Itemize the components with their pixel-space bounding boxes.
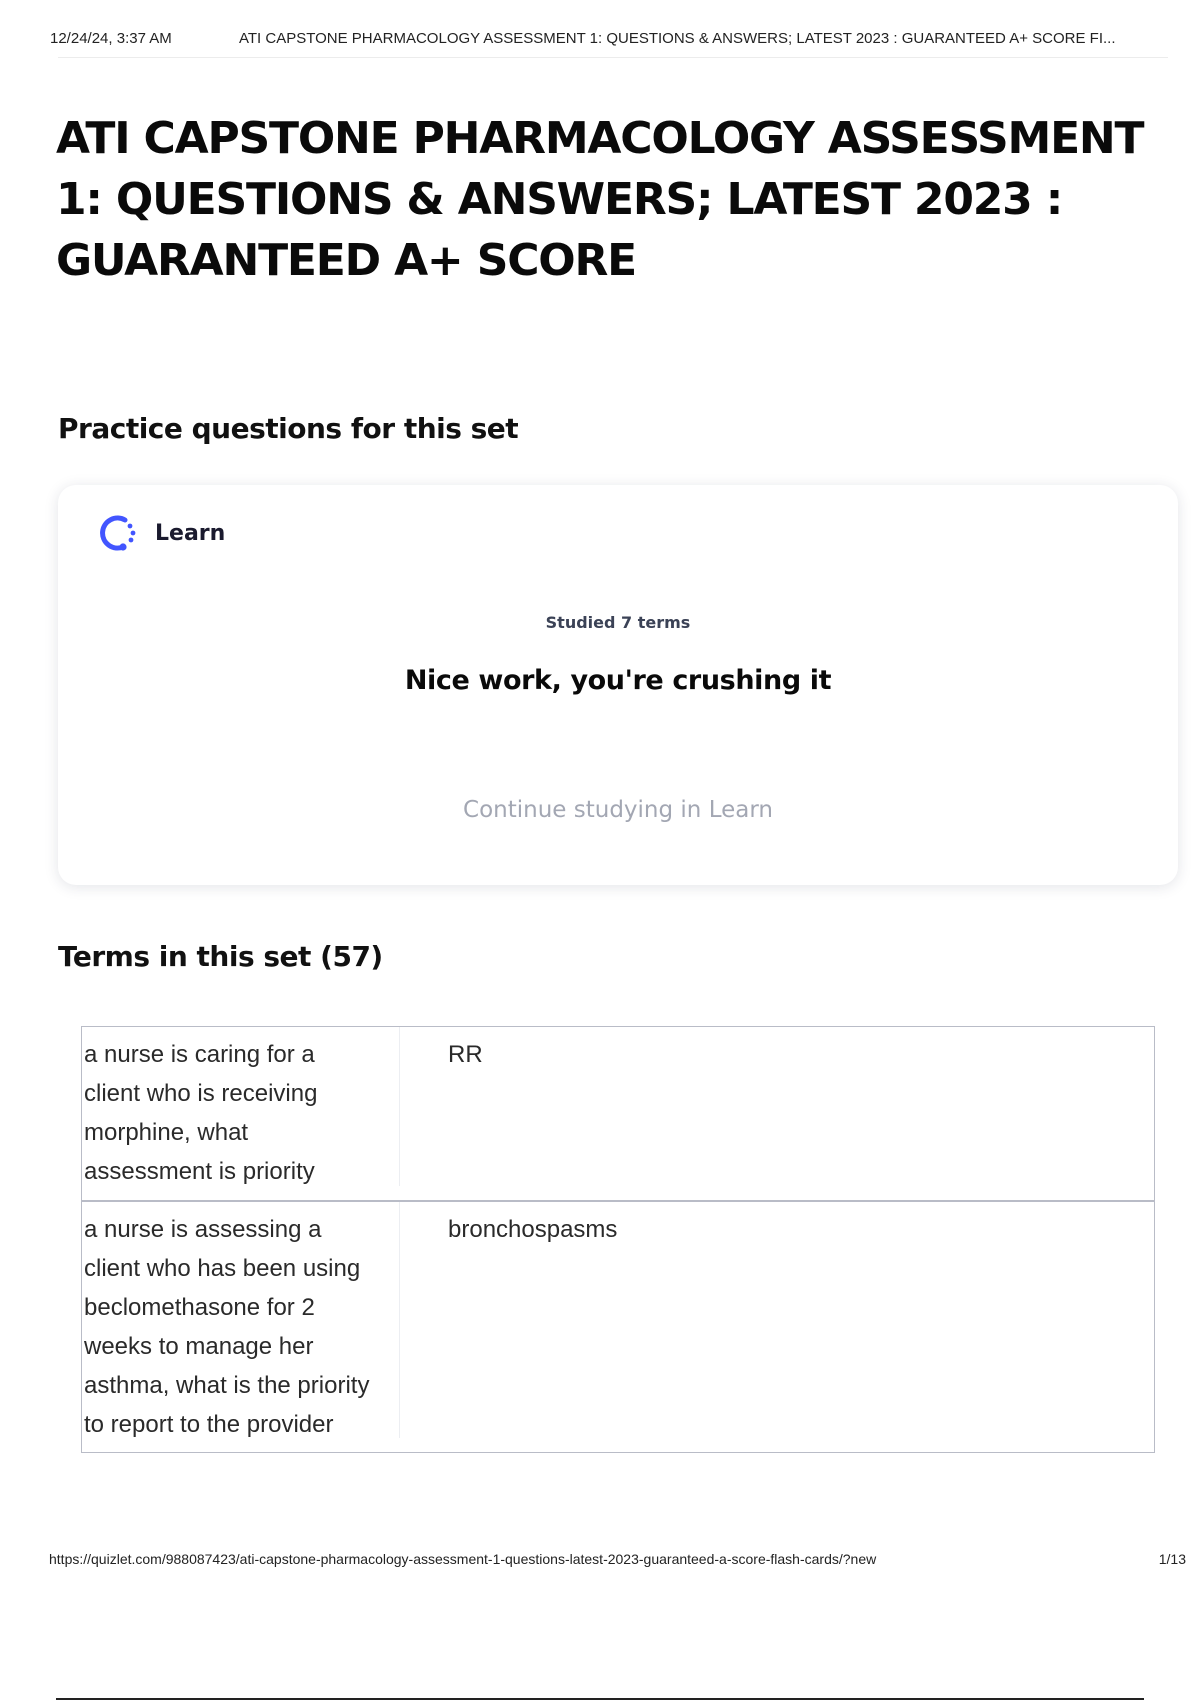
encouragement-message: Nice work, you're crushing it	[404, 665, 832, 696]
term-line: a nurse is assessing a	[84, 1216, 322, 1243]
definition-text: RR	[448, 1041, 483, 1068]
print-footer: https://quizlet.com/988087423/ati-capsto…	[49, 1551, 1186, 1567]
learn-card[interactable]: Learn Studied 7 terms Nice work, you're …	[58, 485, 1178, 885]
term-line: client who has been using	[84, 1255, 361, 1282]
term-row[interactable]: a nurse is caring for a client who is re…	[82, 1027, 1154, 1200]
print-url: https://quizlet.com/988087423/ati-capsto…	[49, 1551, 877, 1567]
learn-progress-icon	[96, 511, 140, 555]
term-text: a nurse is caring for a client who is re…	[82, 1027, 400, 1186]
term-line: to report to the provider	[84, 1411, 334, 1438]
term-line: beclomethasone for 2	[84, 1294, 315, 1321]
term-line: morphine, what	[84, 1119, 249, 1146]
terms-table: a nurse is caring for a client who is re…	[81, 1026, 1155, 1453]
term-line: asthma, what is the priority	[84, 1372, 370, 1399]
practice-heading: Practice questions for this set	[58, 412, 519, 445]
print-header: 12/24/24, 3:37 AM ATI CAPSTONE PHARMACOL…	[50, 30, 1186, 50]
term-line: assessment is priority	[84, 1158, 315, 1185]
studied-count: Studied 7 terms	[545, 613, 691, 632]
term-text: a nurse is assessing a client who has be…	[82, 1202, 400, 1438]
page-number: 1/13	[1158, 1551, 1186, 1567]
continue-learn-button[interactable]: Continue studying in Learn	[58, 797, 1178, 823]
term-line: weeks to manage her	[84, 1333, 314, 1360]
print-doc-title: ATI CAPSTONE PHARMACOLOGY ASSESSMENT 1: …	[239, 30, 1116, 47]
term-row[interactable]: a nurse is assessing a client who has be…	[82, 1200, 1154, 1452]
term-line: client who is receiving	[84, 1080, 318, 1107]
term-line: a nurse is caring for a	[84, 1041, 315, 1068]
header-divider	[58, 57, 1168, 58]
print-date: 12/24/24, 3:37 AM	[50, 30, 172, 47]
learn-label: Learn	[155, 521, 226, 546]
page-title: ATI CAPSTONE PHARMACOLOGY ASSESSMENT 1: …	[56, 113, 1145, 286]
terms-heading: Terms in this set (57)	[58, 940, 383, 973]
definition-text: bronchospasms	[448, 1216, 618, 1243]
